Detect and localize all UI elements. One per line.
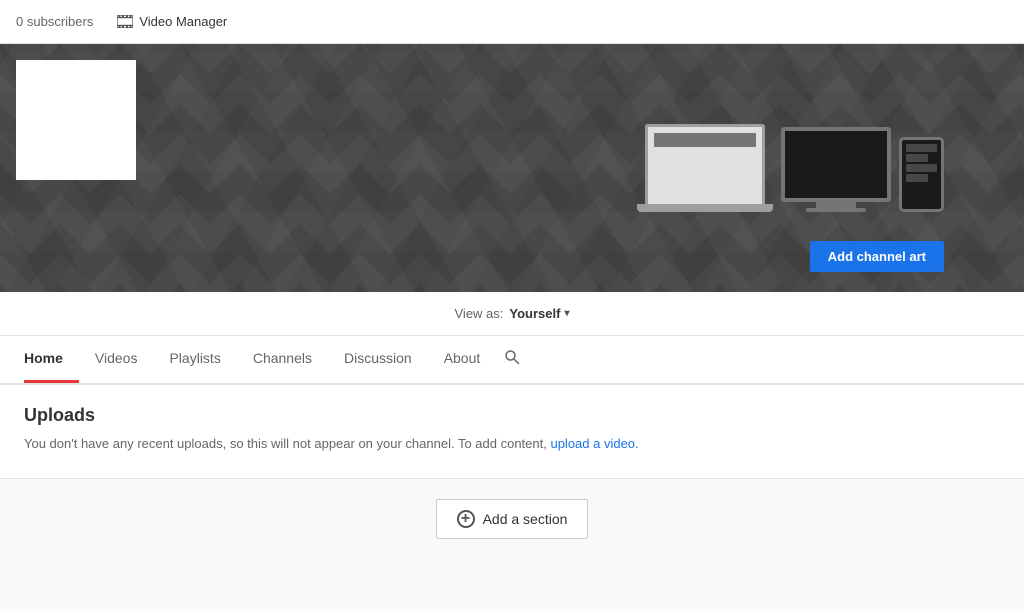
phone-line-2: [906, 154, 928, 162]
add-channel-art-button[interactable]: Add channel art: [810, 241, 944, 272]
top-bar: 0 subscribers Video Manager: [0, 0, 1024, 44]
channel-art-banner: Add channel art: [0, 44, 1024, 292]
laptop-screen: [645, 124, 765, 204]
laptop-screen-bar: [654, 133, 756, 147]
phone-device: [899, 137, 944, 212]
tv-device: [781, 127, 891, 212]
view-as-label: View as:: [455, 306, 504, 321]
subscribers-label: subscribers: [27, 14, 93, 29]
add-section-plus-icon: +: [457, 510, 475, 528]
uploads-title: Uploads: [24, 405, 1000, 426]
tab-playlists[interactable]: Playlists: [153, 336, 236, 383]
add-section-button[interactable]: + Add a section: [436, 499, 589, 539]
video-manager-icon: [117, 15, 133, 28]
tab-discussion[interactable]: Discussion: [328, 336, 428, 383]
phone-line-3: [906, 164, 937, 172]
view-as-bar: View as: Yourself ▾: [0, 292, 1024, 336]
laptop-base: [637, 204, 773, 212]
subscriber-number: 0: [16, 14, 23, 29]
view-as-selector[interactable]: Yourself ▾: [509, 306, 569, 321]
tv-base: [806, 208, 866, 212]
uploads-section: Uploads You don't have any recent upload…: [0, 385, 1024, 479]
upload-video-link[interactable]: upload a video.: [550, 436, 638, 451]
tab-about[interactable]: About: [428, 336, 497, 383]
chevron-down-icon: ▾: [564, 308, 569, 319]
channel-avatar: [16, 60, 136, 180]
phone-line-4: [906, 174, 928, 182]
tab-search-icon[interactable]: [496, 339, 528, 380]
uploads-description: You don't have any recent uploads, so th…: [24, 434, 1000, 454]
add-section-label: Add a section: [483, 511, 568, 527]
tab-videos[interactable]: Videos: [79, 336, 154, 383]
channel-tabs: Home Videos Playlists Channels Discussio…: [0, 336, 1024, 384]
devices-illustration: [637, 124, 944, 212]
tv-screen: [781, 127, 891, 202]
video-manager-label: Video Manager: [139, 14, 227, 29]
view-as-value: Yourself: [509, 306, 560, 321]
content-area: Uploads You don't have any recent upload…: [0, 384, 1024, 559]
uploads-desc-text: You don't have any recent uploads, so th…: [24, 436, 547, 451]
phone-line-1: [906, 144, 937, 152]
video-manager-link[interactable]: Video Manager: [117, 14, 227, 29]
subscribers-count: 0 subscribers: [16, 14, 93, 29]
add-section-area: + Add a section: [0, 479, 1024, 559]
tab-home[interactable]: Home: [24, 336, 79, 383]
tab-channels[interactable]: Channels: [237, 336, 328, 383]
laptop-device: [637, 124, 773, 212]
